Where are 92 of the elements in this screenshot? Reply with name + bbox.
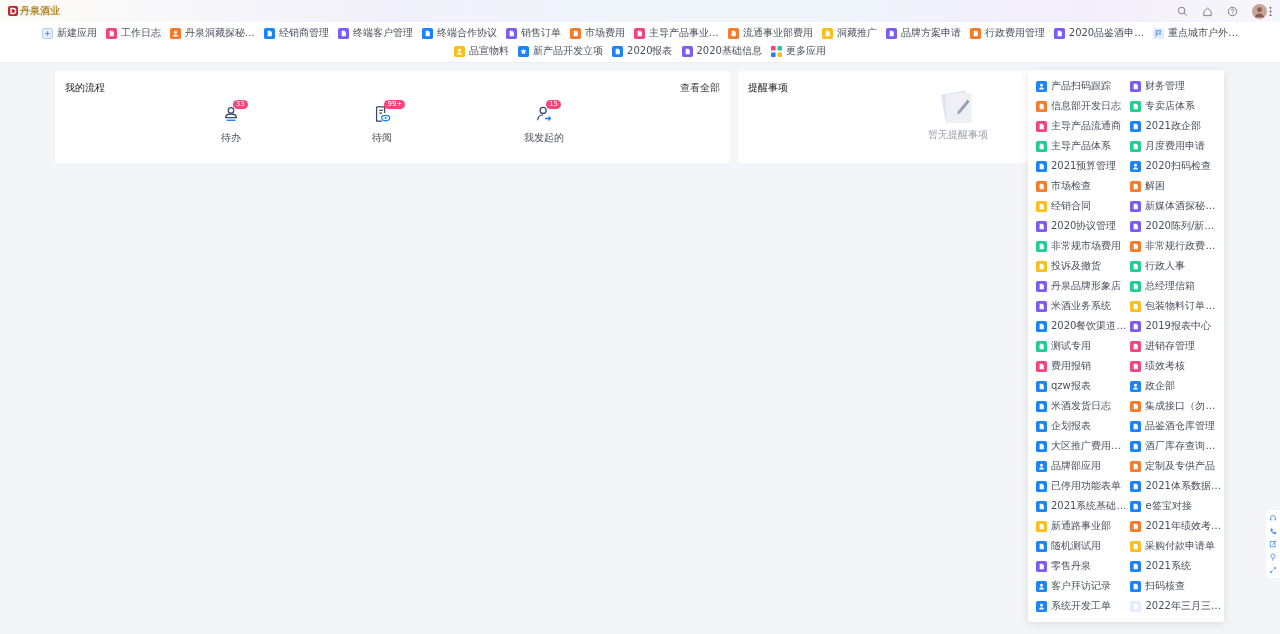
menu-item[interactable]: 专卖店体系: [1130, 96, 1221, 116]
app-shortcut[interactable]: 新产品开发立项: [518, 43, 604, 59]
menu-item[interactable]: 随机测试用: [1036, 536, 1127, 556]
menu-item[interactable]: 2021政企部: [1130, 116, 1221, 136]
menu-item[interactable]: 投诉及撤货: [1036, 256, 1127, 276]
menu-item[interactable]: 2021系统基础…: [1036, 496, 1127, 516]
empty-message: 暂无提醒事项: [928, 128, 988, 142]
menu-item[interactable]: 集成接口（勿…: [1130, 396, 1221, 416]
card-title: 我的流程: [65, 81, 105, 95]
app-grid-icon: [770, 45, 782, 57]
menu-item[interactable]: e签宝对接: [1130, 496, 1221, 516]
app-shortcut[interactable]: 终端客户管理: [337, 25, 413, 41]
menu-item[interactable]: 主导产品流通商: [1036, 116, 1127, 136]
app-shortcut[interactable]: 洞藏推广: [821, 25, 877, 41]
phone-icon[interactable]: [1269, 527, 1277, 535]
menu-item[interactable]: 2021体系数据…: [1130, 476, 1221, 496]
search-icon[interactable]: [1177, 5, 1188, 17]
menu-item[interactable]: 品牌部应用: [1036, 456, 1127, 476]
expand-icon[interactable]: [1269, 566, 1277, 574]
menu-item[interactable]: 非常规行政费…: [1130, 236, 1221, 256]
app-shortcut[interactable]: 更多应用: [770, 43, 826, 59]
logo-icon: [8, 6, 18, 16]
logo-text: 丹泉酒业: [20, 4, 60, 18]
home-icon[interactable]: [1202, 5, 1213, 17]
menu-item[interactable]: 费用报销: [1036, 356, 1127, 376]
menu-item[interactable]: 市场检查: [1036, 176, 1127, 196]
app-shortcut[interactable]: 工作日志: [105, 25, 161, 41]
app-shortcut[interactable]: 主导产品事业…: [633, 25, 719, 41]
menu-item[interactable]: 财务管理: [1130, 76, 1221, 96]
menu-item[interactable]: 经销合同: [1036, 196, 1127, 216]
app-shortcut[interactable]: 品牌方案申请: [885, 25, 961, 41]
menu-item[interactable]: 解困: [1130, 176, 1221, 196]
app-shortcut[interactable]: 销售订单: [505, 25, 561, 41]
menu-item[interactable]: 月度费用申请: [1130, 136, 1221, 156]
menu-item[interactable]: 丹泉品牌形象店: [1036, 276, 1127, 296]
menu-item[interactable]: 米酒业务系统: [1036, 296, 1127, 316]
avatar[interactable]: [1252, 3, 1267, 19]
menu-item[interactable]: 产品扫码跟踪: [1036, 76, 1127, 96]
menu-item[interactable]: 大区推广费用…: [1036, 436, 1127, 456]
app-shortcut[interactable]: 品宣物料: [454, 43, 510, 59]
menu-item[interactable]: 非常规市场费用: [1036, 236, 1127, 256]
menu-item[interactable]: 2022年三月三…: [1130, 596, 1221, 616]
app-shortcut[interactable]: 流通事业部费用: [727, 25, 813, 41]
menu-item[interactable]: 总经理信箱: [1130, 276, 1221, 296]
menu-item[interactable]: 米酒发货日志: [1036, 396, 1127, 416]
edit-icon[interactable]: [1269, 540, 1277, 548]
menu-item[interactable]: 测试专用: [1036, 336, 1127, 356]
menu-item[interactable]: 采购付款申请单: [1130, 536, 1221, 556]
menu-item[interactable]: qzw报表: [1036, 376, 1127, 396]
app-shortcut[interactable]: 行政费用管理: [969, 25, 1045, 41]
menu-item[interactable]: 信息部开发日志: [1036, 96, 1127, 116]
menu-item[interactable]: 2020扫码检查: [1130, 156, 1221, 176]
view-all-link[interactable]: 查看全部: [680, 81, 720, 95]
app-shortcut[interactable]: 终端合作协议: [421, 25, 497, 41]
help-icon[interactable]: [1227, 5, 1238, 17]
menu-item[interactable]: 新媒体酒探秘…: [1130, 196, 1221, 216]
menu-item[interactable]: 2021系统: [1130, 556, 1221, 576]
headset-icon[interactable]: [1269, 514, 1277, 522]
menu-item[interactable]: 品鉴酒仓库管理: [1130, 416, 1221, 436]
app-shortcut[interactable]: 重点城市户外…: [1153, 25, 1239, 41]
menu-item[interactable]: 2020协议管理: [1036, 216, 1127, 236]
menu-item[interactable]: 新通路事业部: [1036, 516, 1127, 536]
menu-item[interactable]: 系统开发工单: [1036, 596, 1127, 616]
app-shortcut[interactable]: 2020基础信息: [681, 43, 762, 59]
app-shortcut[interactable]: 2020报表: [612, 43, 673, 59]
menu-item[interactable]: 2019报表中心: [1130, 316, 1221, 336]
card-title: 提醒事项: [748, 81, 788, 95]
app-shortcut[interactable]: 市场费用: [569, 25, 625, 41]
app-shortcut[interactable]: 经销商管理: [263, 25, 329, 41]
menu-item[interactable]: 扫码核查: [1130, 576, 1221, 596]
menu-item[interactable]: 酒厂库存查询…: [1130, 436, 1221, 456]
menu-item[interactable]: 客户拜访记录: [1036, 576, 1127, 596]
menu-item[interactable]: 2021年绩效考…: [1130, 516, 1221, 536]
more-icon[interactable]: [1269, 5, 1272, 17]
menu-item[interactable]: 定制及专供产品: [1130, 456, 1221, 476]
menu-item[interactable]: 2020陈列/新…: [1130, 216, 1221, 236]
menu-item[interactable]: 进销存管理: [1130, 336, 1221, 356]
document-eye-icon: [373, 105, 392, 123]
menu-item[interactable]: 政企部: [1130, 376, 1221, 396]
menu-item[interactable]: 2021预算管理: [1036, 156, 1127, 176]
lightbulb-icon[interactable]: [1269, 553, 1277, 561]
menu-item[interactable]: 行政人事: [1130, 256, 1221, 276]
menu-item[interactable]: 企划报表: [1036, 416, 1127, 436]
app-shortcut[interactable]: 2020品鉴酒申…: [1053, 25, 1145, 41]
menu-item[interactable]: 绩效考核: [1130, 356, 1221, 376]
menu-item[interactable]: 零售丹泉: [1036, 556, 1127, 576]
menu-item[interactable]: 主导产品体系: [1036, 136, 1127, 156]
app-shortcut[interactable]: 新建应用: [41, 25, 97, 41]
menu-item[interactable]: 已停用功能表单: [1036, 476, 1127, 496]
menu-item[interactable]: 包装物料订单…: [1130, 296, 1221, 316]
menu-item[interactable]: 2020餐饮渠道…: [1036, 316, 1127, 336]
app-shortcut[interactable]: 丹泉洞藏探秘…: [169, 25, 255, 41]
